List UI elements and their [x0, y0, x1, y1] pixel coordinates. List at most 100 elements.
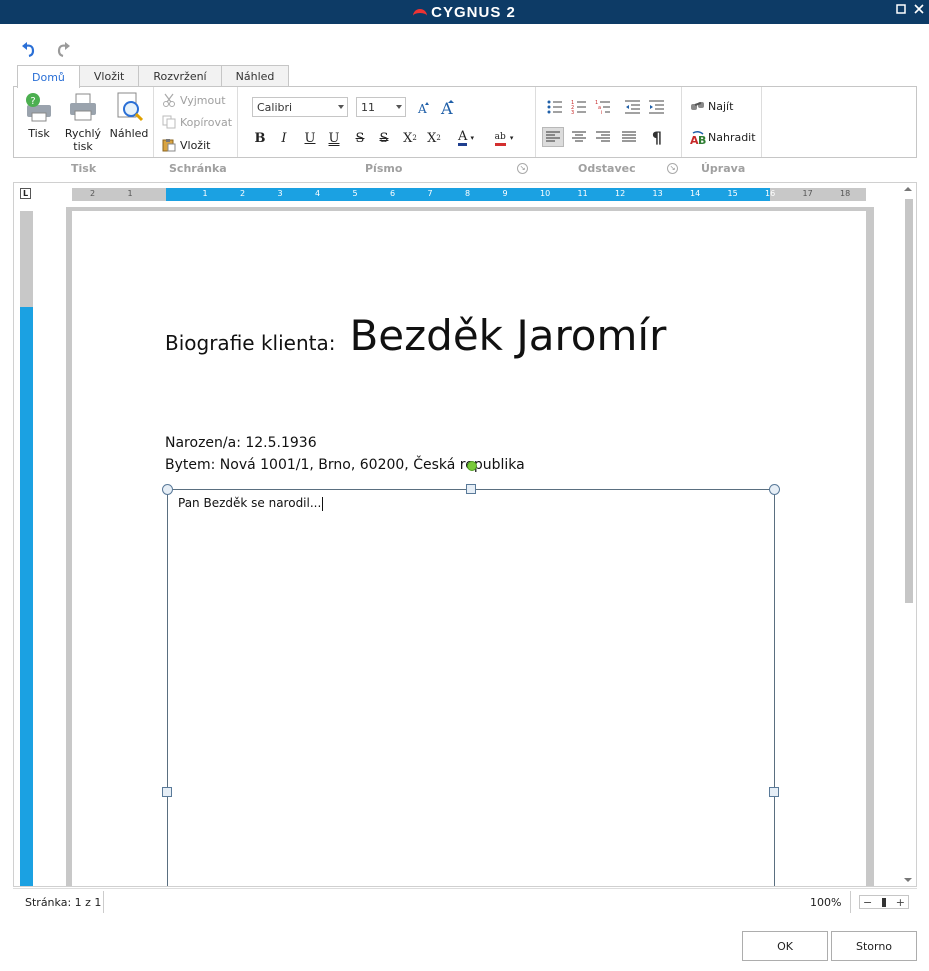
copy-label: Kopírovat: [180, 115, 233, 129]
ruler-number: 9: [502, 189, 508, 198]
ruler-number: 16: [765, 189, 776, 198]
bold-button[interactable]: B: [250, 128, 270, 148]
status-bar: Stránka: 1 z 1 100% − +: [13, 888, 917, 914]
dialog-launcher-icon[interactable]: ↘: [667, 163, 678, 174]
resize-handle-left[interactable]: [162, 787, 172, 797]
cut-button[interactable]: Vyjmout: [162, 91, 226, 109]
scrollbar-thumb[interactable]: [905, 199, 913, 603]
superscript-button[interactable]: X2: [424, 128, 444, 148]
scroll-down-icon[interactable]: [904, 878, 912, 882]
italic-button[interactable]: I: [274, 128, 294, 148]
find-button[interactable]: Najít: [690, 97, 733, 115]
bullet-list-icon[interactable]: [544, 97, 566, 117]
client-name: Bezděk Jaromír: [349, 311, 667, 360]
zoom-in-icon[interactable]: +: [896, 896, 905, 909]
ruler-number: 3: [277, 189, 283, 198]
tab-stop-selector[interactable]: L: [20, 188, 31, 199]
tab-nahled[interactable]: Náhled: [220, 65, 290, 87]
cancel-button[interactable]: Storno: [831, 931, 917, 961]
app-name: CYGNUS 2: [431, 3, 516, 21]
numbered-list-icon[interactable]: 123: [568, 97, 590, 117]
horizontal-ruler[interactable]: 2 1 1 2 3 4 5 6 7 8 9 10 11 12 13 14 15 16 17 18: [72, 188, 866, 201]
group-label-odstavec: Odstavec: [578, 162, 636, 175]
ruler-number: 17: [802, 189, 813, 198]
tab-domu[interactable]: Domů: [17, 65, 80, 88]
printer-check-icon: ?: [23, 91, 55, 123]
group-tisk: ? Tisk Rychlý tisk Náhled: [14, 87, 154, 157]
group-uprava: Najít AB Nahradit: [682, 87, 762, 157]
chevron-down-icon: ▾: [509, 134, 514, 142]
vertical-ruler[interactable]: [20, 211, 33, 886]
resize-handle-top[interactable]: [466, 484, 476, 494]
strikethrough-button[interactable]: S: [350, 128, 370, 148]
pilcrow-icon[interactable]: ¶: [646, 127, 668, 147]
highlight-button[interactable]: ab ▾: [488, 128, 520, 148]
resize-handle-top-left[interactable]: [162, 484, 173, 495]
scissors-icon: [162, 93, 176, 107]
subscript-button[interactable]: X2: [400, 128, 420, 148]
replace-button[interactable]: AB Nahradit: [690, 128, 756, 148]
close-icon[interactable]: [913, 4, 925, 16]
preview-button[interactable]: Náhled: [108, 91, 150, 140]
redo-icon[interactable]: [54, 40, 72, 58]
ruler-number: 11: [577, 189, 588, 198]
ribbon-group-labels: Tisk Schránka Písmo ↘ Odstavec ↘ Úprava: [13, 160, 917, 178]
group-label-schranka: Schránka: [169, 162, 227, 175]
font-color-button[interactable]: A ▾: [452, 128, 480, 148]
title-bar: CYGNUS 2: [0, 0, 929, 24]
decrease-indent-icon[interactable]: [622, 97, 644, 117]
tab-vlozit[interactable]: Vložit: [78, 65, 140, 87]
highlight-label: ab: [494, 131, 506, 146]
underline-button[interactable]: U: [300, 128, 320, 148]
ruler-number: 2: [90, 189, 96, 198]
rotate-handle[interactable]: [467, 461, 477, 471]
text-box-content[interactable]: Pan Bezděk se narodil...: [178, 496, 324, 511]
vertical-scrollbar[interactable]: [902, 183, 914, 886]
undo-icon[interactable]: [20, 40, 38, 58]
ruler-number: 14: [690, 189, 701, 198]
copy-button[interactable]: Kopírovat: [162, 113, 232, 131]
align-left-icon[interactable]: [542, 127, 564, 147]
quick-print-label-1: Rychlý: [64, 127, 102, 140]
font-family-select[interactable]: Calibri: [252, 97, 348, 117]
quick-print-button[interactable]: Rychlý tisk: [62, 91, 104, 153]
align-center-icon[interactable]: [568, 127, 590, 147]
font-size-select[interactable]: 11: [356, 97, 406, 117]
grow-font-icon[interactable]: A: [436, 97, 458, 117]
paste-label: Vložit: [180, 138, 211, 152]
print-button[interactable]: ? Tisk: [18, 91, 60, 140]
dialog-launcher-icon[interactable]: ↘: [517, 163, 528, 174]
text-box[interactable]: Pan Bezděk se narodil...: [167, 489, 775, 886]
double-underline-button[interactable]: U: [324, 128, 344, 148]
shrink-font-icon[interactable]: A: [412, 97, 434, 117]
scroll-up-icon[interactable]: [904, 187, 912, 191]
ruler-number: 7: [427, 189, 433, 198]
justify-icon[interactable]: [618, 127, 640, 147]
find-label: Najít: [708, 99, 734, 113]
preview-label: Náhled: [109, 127, 149, 140]
document-page[interactable]: Biografie klienta: Bezděk Jaromír Naroze…: [72, 211, 866, 886]
subscript-label: X: [403, 130, 413, 146]
paste-button[interactable]: Vložit: [162, 136, 210, 154]
zoom-slider[interactable]: − +: [859, 895, 909, 909]
document-editor[interactable]: L 2 1 1 2 3 4 5 6 7 8 9 10 11 12 13 14 15 16 17 18 Biografi…: [13, 182, 917, 887]
increase-indent-icon[interactable]: [646, 97, 668, 117]
resize-handle-right[interactable]: [769, 787, 779, 797]
printer-icon: [67, 91, 99, 123]
logo-icon: [413, 9, 428, 19]
zoom-level: 100%: [810, 896, 842, 909]
text-box-text: Pan Bezděk se narodil...: [178, 496, 322, 510]
double-strikethrough-button[interactable]: S: [374, 128, 394, 148]
svg-text:B: B: [698, 134, 706, 146]
ok-button[interactable]: OK: [742, 931, 828, 961]
svg-text:3: 3: [571, 110, 574, 114]
font-color-label: A: [458, 129, 468, 146]
tab-rozvrzeni[interactable]: Rozvržení: [138, 65, 222, 87]
multilevel-list-icon[interactable]: 1ai: [592, 97, 614, 117]
align-right-icon[interactable]: [592, 127, 614, 147]
zoom-out-icon[interactable]: −: [863, 896, 872, 909]
resize-handle-top-right[interactable]: [769, 484, 780, 495]
zoom-slider-thumb[interactable]: [882, 897, 886, 907]
replace-icon: AB: [690, 130, 706, 147]
maximize-icon[interactable]: [895, 4, 907, 16]
